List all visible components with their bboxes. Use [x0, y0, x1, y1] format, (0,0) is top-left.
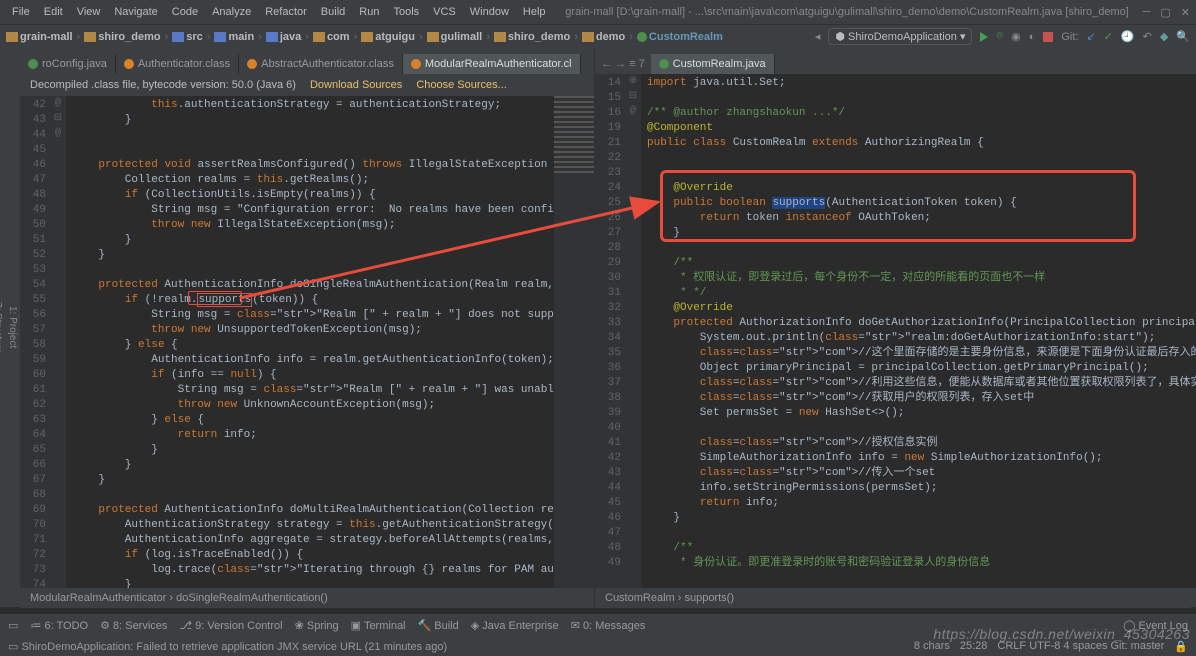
code-text-left[interactable]: this.authenticationStrategy = authentica…: [66, 96, 554, 588]
editor-crumb-right[interactable]: CustomRealm › supports(): [595, 588, 1196, 608]
editor-crumb-left[interactable]: ModularRealmAuthenticator › doSingleReal…: [20, 588, 594, 608]
tab-authenticator[interactable]: Authenticator.class: [116, 54, 239, 74]
editor-pane-right: ← → ≡ 7 CustomRealm.java 14 15 16 19 21 …: [595, 48, 1196, 608]
coverage-icon[interactable]: ◉: [1011, 30, 1021, 43]
run-config-select[interactable]: ⬢ ShiroDemoApplication ▾: [828, 28, 972, 45]
tool-build[interactable]: 🔨 Build: [418, 619, 459, 632]
menu-edit[interactable]: Edit: [38, 4, 69, 20]
codota-icon[interactable]: ◆: [1160, 30, 1168, 43]
tool-messages[interactable]: ✉ 0: Messages: [571, 619, 646, 632]
code-text-right[interactable]: import java.util.Set; /** @author zhangs…: [641, 74, 1196, 588]
left-tool-gutter: 1: Project 7: Structure Web 2: Favorites: [0, 48, 20, 608]
tool-terminal[interactable]: ▣ Terminal: [351, 619, 406, 632]
gutter-icons-left: @ ⊟ @: [50, 96, 66, 588]
menu-window[interactable]: Window: [464, 4, 515, 20]
main-menu: File Edit View Navigate Code Analyze Ref…: [6, 4, 552, 20]
bc-item[interactable]: shiro_demo: [494, 31, 570, 43]
menu-build[interactable]: Build: [315, 4, 351, 20]
nav-back-icon[interactable]: ◂: [815, 30, 821, 43]
download-sources-link[interactable]: Download Sources: [310, 79, 402, 91]
window-title: grain-mall [D:\grain-mall] - ...\src\mai…: [552, 6, 1143, 18]
decompiled-banner: Decompiled .class file, bytecode version…: [20, 74, 594, 96]
bc-item[interactable]: com: [313, 31, 350, 43]
tab-roconfig[interactable]: roConfig.java: [20, 54, 116, 74]
menu-refactor[interactable]: Refactor: [259, 4, 313, 20]
bc-item[interactable]: src: [172, 31, 203, 43]
bc-item[interactable]: gulimall: [427, 31, 483, 43]
minimize-icon[interactable]: ─: [1143, 6, 1151, 19]
git-commit-icon[interactable]: ✓: [1104, 30, 1113, 43]
search-icon[interactable]: 🔍: [1176, 30, 1190, 43]
menu-code[interactable]: Code: [166, 4, 204, 20]
bc-root[interactable]: grain-mall: [6, 31, 73, 43]
breadcrumb-bar: grain-mall› shiro_demo› src› main› java›…: [0, 24, 1196, 48]
menu-run[interactable]: Run: [353, 4, 385, 20]
debug-icon[interactable]: ⌾: [996, 30, 1003, 43]
bc-item[interactable]: java: [266, 31, 301, 43]
close-icon[interactable]: ✕: [1181, 6, 1190, 19]
git-history-icon[interactable]: 🕘: [1121, 30, 1135, 43]
tab-modularrealm[interactable]: ModularRealmAuthenticator.cl: [403, 54, 581, 74]
git-label: Git:: [1061, 31, 1078, 43]
watermark: https://blog.csdn.net/weixin_45304263: [933, 626, 1190, 642]
tab-abstractauth[interactable]: AbstractAuthenticator.class: [239, 54, 403, 74]
run-icon[interactable]: [980, 32, 988, 42]
status-msg: ▭ ShiroDemoApplication: Failed to retrie…: [8, 640, 447, 653]
bc-item[interactable]: main: [214, 31, 254, 43]
maximize-icon[interactable]: ▢: [1160, 6, 1170, 19]
menu-view[interactable]: View: [71, 4, 107, 20]
editor-tabs-right: ← → ≡ 7 CustomRealm.java: [595, 48, 1196, 74]
tool-javaee[interactable]: ◈ Java Enterprise: [471, 619, 559, 632]
line-numbers-right: 14 15 16 19 21 22 23 24 25 26 27 28 29 3…: [595, 74, 625, 588]
menu-vcs[interactable]: VCS: [427, 4, 462, 20]
bc-item[interactable]: shiro_demo: [84, 31, 160, 43]
tool-todo[interactable]: ≔ 6: TODO: [30, 619, 88, 632]
git-revert-icon[interactable]: ↶: [1143, 30, 1152, 43]
profile-icon[interactable]: ◐: [1029, 31, 1036, 43]
tool-versioncontrol[interactable]: ⎇ 9: Version Control: [179, 619, 282, 632]
choose-sources-link[interactable]: Choose Sources...: [416, 79, 507, 91]
tab-customrealm[interactable]: CustomRealm.java: [651, 54, 775, 74]
menu-navigate[interactable]: Navigate: [108, 4, 163, 20]
tool-services[interactable]: ⚙ 8: Services: [100, 619, 167, 632]
git-update-icon[interactable]: ↙: [1086, 30, 1095, 43]
menu-tools[interactable]: Tools: [387, 4, 425, 20]
editor-tabs-left: roConfig.java Authenticator.class Abstra…: [20, 48, 594, 74]
bc-item[interactable]: atguigu: [361, 31, 415, 43]
gutter-icons-right: ⊕ ⊟ @: [625, 74, 641, 588]
tool-structure[interactable]: 7: Structure: [0, 48, 5, 608]
menu-file[interactable]: File: [6, 4, 36, 20]
editor-pane-left: roConfig.java Authenticator.class Abstra…: [20, 48, 595, 608]
menu-analyze[interactable]: Analyze: [206, 4, 257, 20]
menu-help[interactable]: Help: [517, 4, 552, 20]
minimap-left[interactable]: [554, 96, 594, 588]
tool-spring[interactable]: ❀ Spring: [295, 619, 339, 632]
stop-icon[interactable]: [1043, 32, 1053, 42]
line-numbers-left: 42 43 44 45 46 47 48 49 50 51 52 53 54 5…: [20, 96, 50, 588]
toggle-icon[interactable]: ▭: [8, 619, 18, 632]
bc-class[interactable]: CustomRealm: [637, 31, 723, 43]
bc-item[interactable]: demo: [582, 31, 625, 43]
tool-project[interactable]: 1: Project: [5, 48, 20, 608]
titlebar: File Edit View Navigate Code Analyze Ref…: [0, 0, 1196, 24]
